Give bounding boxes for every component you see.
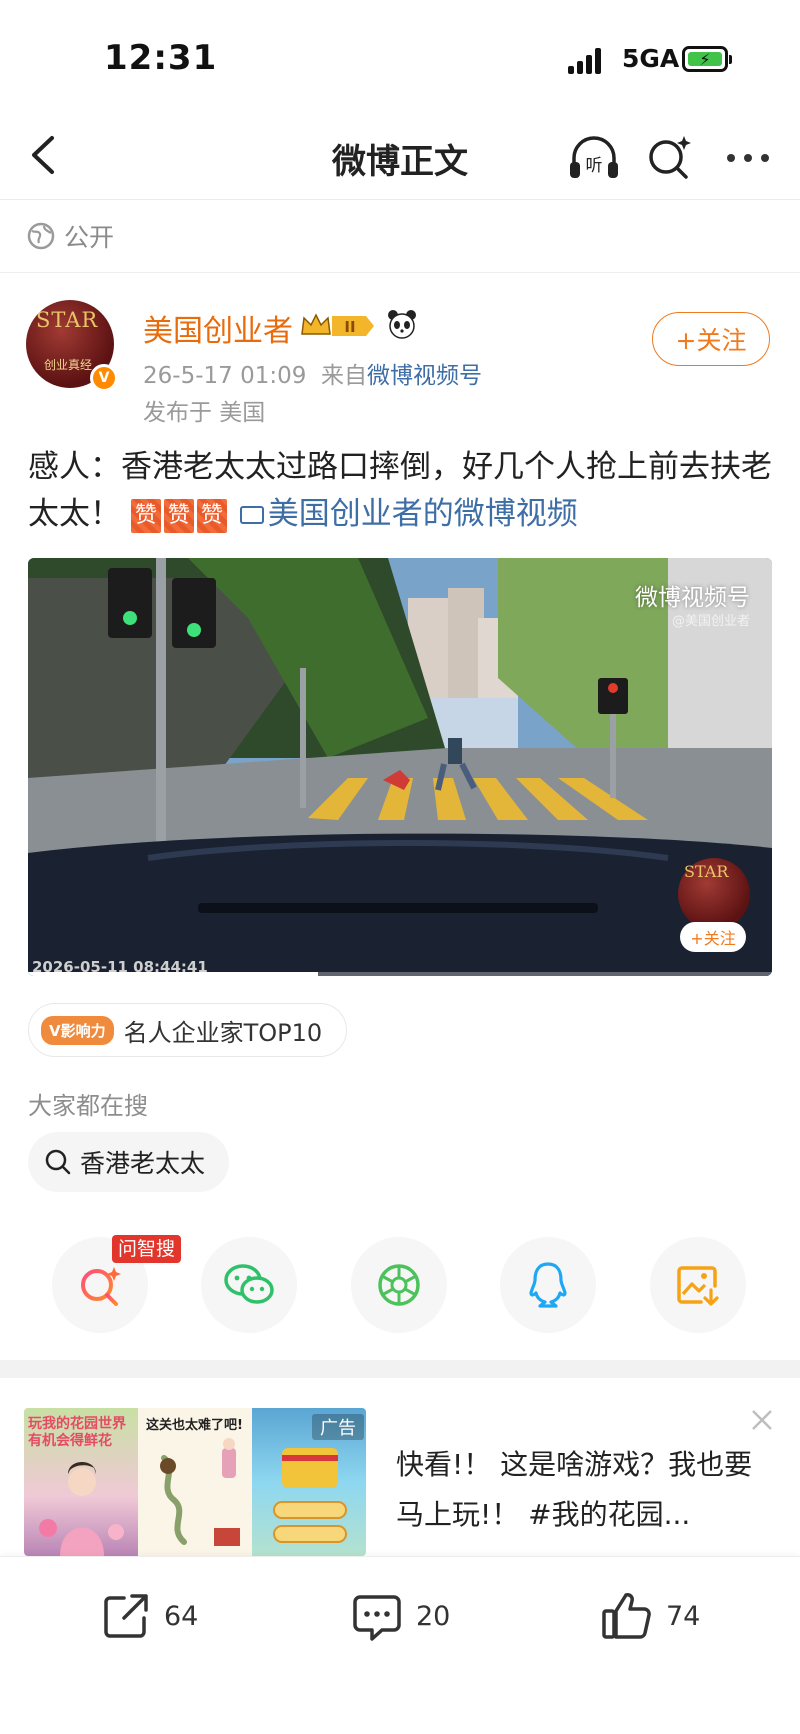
mini-avatar-logo-text: STAR bbox=[684, 862, 729, 881]
video-watermark-handle: @美国创业者 bbox=[671, 614, 750, 629]
video-link-label: 美国创业者的微博视频 bbox=[267, 496, 578, 532]
svg-text:听: 听 bbox=[586, 156, 603, 176]
ad-character-figure bbox=[39, 1462, 124, 1556]
video-progress-fill bbox=[28, 972, 319, 976]
zan-emoji: 赞 bbox=[196, 499, 227, 533]
influence-text: 名人企业家TOP10 bbox=[123, 1018, 323, 1047]
video-frame bbox=[28, 558, 772, 976]
ad-maze-figure bbox=[160, 1438, 240, 1546]
share-qq-button[interactable] bbox=[500, 1237, 596, 1333]
ad-panel-garden: 玩我的花园世界 有机会得鲜花 bbox=[24, 1408, 138, 1556]
zan-emoji: 赞 bbox=[130, 499, 161, 533]
post-location: 发布于 美国 bbox=[143, 400, 266, 426]
comment-count: 20 bbox=[416, 1600, 451, 1632]
ai-search-badge: 问智搜 bbox=[112, 1235, 182, 1263]
svg-text:II: II bbox=[344, 318, 355, 336]
video-progress-bar[interactable] bbox=[28, 972, 772, 976]
share-save-image-button[interactable] bbox=[650, 1237, 746, 1333]
status-bar: 12:31 5GA ⚡ bbox=[0, 0, 800, 110]
search-hint: 大家都在搜 bbox=[28, 1092, 148, 1120]
divider bbox=[0, 272, 800, 273]
listen-button[interactable]: 听 bbox=[566, 130, 622, 184]
section-separator bbox=[0, 1360, 800, 1378]
repost-count: 64 bbox=[164, 1600, 199, 1632]
repost-icon bbox=[104, 1594, 148, 1638]
search-button[interactable] bbox=[644, 130, 694, 184]
search-suggestion-chip[interactable]: 香港老太太 bbox=[28, 1132, 230, 1192]
video-camera-icon bbox=[239, 506, 264, 524]
more-dot-icon bbox=[744, 154, 752, 162]
follow-button[interactable]: +关注 bbox=[652, 312, 770, 366]
ad-image[interactable]: 玩我的花园世界 有机会得鲜花 这关也太难了吧! 广告 bbox=[24, 1408, 366, 1556]
comment-button[interactable]: 20 bbox=[350, 1581, 450, 1651]
ad-panel-maze: 这关也太难了吧! bbox=[138, 1408, 252, 1556]
more-button[interactable] bbox=[718, 138, 778, 178]
more-dot-icon bbox=[727, 154, 735, 162]
ad-text[interactable]: 快看!！ 这是啥游戏？我也要马上玩!！ #我的花园... bbox=[396, 1440, 756, 1540]
avatar-logo-text: STAR bbox=[36, 308, 99, 332]
battery-icon: ⚡ bbox=[682, 46, 732, 72]
visibility-label: 公开 bbox=[64, 223, 115, 252]
bottom-action-bar: 64 20 74 bbox=[0, 1556, 800, 1734]
verified-badge-icon: V bbox=[90, 364, 118, 392]
like-count: 74 bbox=[666, 1600, 701, 1632]
video-follow-button[interactable]: +关注 bbox=[680, 922, 746, 952]
panda-icon bbox=[388, 310, 416, 339]
author-name[interactable]: 美国创业者 bbox=[143, 306, 293, 350]
more-dot-icon bbox=[761, 154, 769, 162]
ad-close-button[interactable] bbox=[742, 1400, 782, 1440]
nav-bar: 微博正文 听 bbox=[0, 110, 800, 200]
video-watermark: 微博视频号 bbox=[635, 585, 750, 611]
network-label: 5GA bbox=[622, 44, 680, 73]
wechat-icon bbox=[224, 1264, 274, 1304]
avatar-caption: 创业真经 bbox=[44, 358, 93, 372]
video-player[interactable]: 微博视频号 @美国创业者 STAR +关注 2026-05-11 08:44:4… bbox=[28, 558, 772, 976]
headphones-icon: 听 bbox=[570, 136, 618, 178]
repost-button[interactable]: 64 bbox=[100, 1581, 198, 1651]
source-prefix: 来自 bbox=[320, 363, 367, 389]
search-suggestion-text: 香港老太太 bbox=[80, 1149, 206, 1178]
influence-badge[interactable]: V影响力 名人企业家TOP10 bbox=[28, 1003, 348, 1057]
post-source-link[interactable]: 微博视频号 bbox=[367, 363, 482, 389]
signal-icon bbox=[568, 48, 608, 74]
video-link[interactable]: 美国创业者的微博视频 bbox=[239, 496, 578, 532]
post-text: 感人：香港老太太过路口摔倒，好几个人抢上前去扶老太太！ 赞赞赞 美国创业者的微博… bbox=[28, 444, 778, 538]
post-meta: 26-5-17 01:09 来自微博视频号 bbox=[143, 356, 482, 390]
visibility-row: 公开 bbox=[26, 218, 114, 254]
qq-icon bbox=[529, 1262, 567, 1308]
save-image-icon bbox=[677, 1266, 719, 1306]
video-author-avatar[interactable]: STAR bbox=[678, 858, 750, 930]
ai-search-icon bbox=[81, 1267, 121, 1306]
like-button[interactable]: 74 bbox=[600, 1581, 700, 1651]
crown-level-icon: II bbox=[301, 313, 374, 336]
share-wechat-button[interactable] bbox=[201, 1237, 297, 1333]
close-icon bbox=[752, 1410, 772, 1430]
search-icon bbox=[45, 1149, 71, 1175]
influence-tag: V影响力 bbox=[41, 1015, 114, 1045]
status-time: 12:31 bbox=[104, 38, 218, 78]
moments-icon bbox=[378, 1264, 420, 1306]
thumbs-up-icon bbox=[602, 1593, 651, 1639]
globe-icon bbox=[27, 222, 55, 250]
search-icon bbox=[649, 136, 691, 179]
share-moments-button[interactable] bbox=[351, 1237, 447, 1333]
ad-label: 广告 bbox=[312, 1414, 364, 1440]
zan-emoji: 赞 bbox=[163, 499, 194, 533]
comment-icon bbox=[353, 1595, 401, 1641]
post-timestamp: 26-5-17 01:09 bbox=[143, 363, 307, 389]
